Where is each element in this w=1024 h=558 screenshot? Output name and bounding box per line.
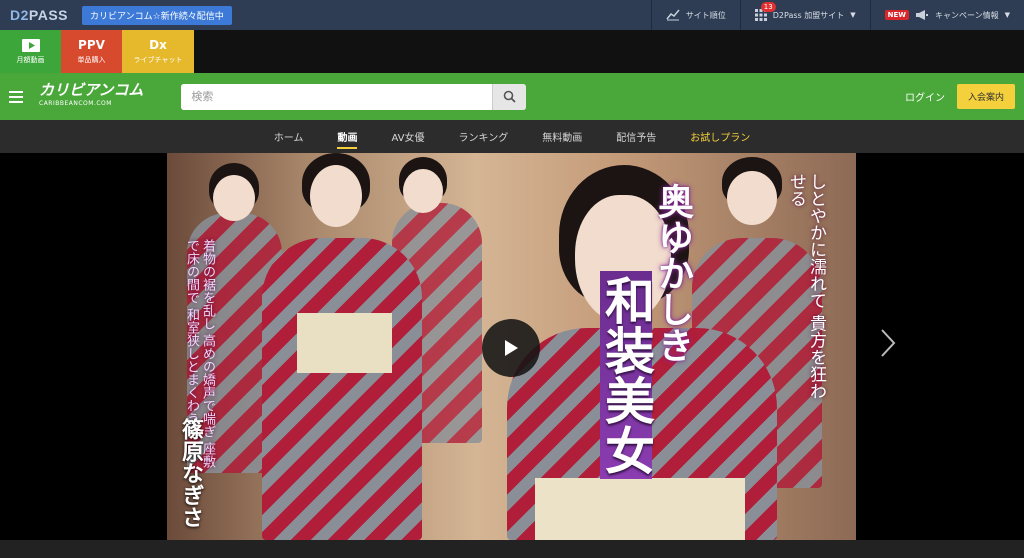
actress-face-left	[310, 165, 362, 227]
category-monthly-label: 月額動画	[16, 55, 45, 64]
background-figure-face	[403, 169, 443, 213]
background-figure-face	[727, 171, 777, 225]
site-rank-label: サイト順位	[685, 10, 726, 20]
nav-videos[interactable]: 動画	[320, 120, 374, 153]
partner-sites-label: D2Pass 加盟サイト	[772, 10, 845, 20]
play-icon	[505, 340, 518, 356]
category-livechat-label: ライブチャット	[133, 56, 183, 64]
join-button[interactable]: 入会案内	[956, 84, 1015, 109]
top-bar: D2PASS カリビアンコム☆新作続々配信中 サイト順位 13 D2Pass 加…	[0, 0, 1024, 30]
background-figure-face	[213, 175, 255, 221]
partner-sites-link[interactable]: 13 D2Pass 加盟サイト ▼	[739, 0, 870, 30]
obi-sash	[535, 478, 745, 540]
nav-actresses[interactable]: AV女優	[374, 120, 441, 153]
login-link[interactable]: ログイン	[905, 89, 945, 104]
category-ppv[interactable]: PPV 単品購入	[61, 30, 122, 73]
hamburger-icon[interactable]	[9, 90, 23, 103]
actress-figure-left	[262, 238, 422, 540]
site-rank-link[interactable]: サイト順位	[650, 0, 740, 30]
chevron-down-icon: ▼	[1004, 11, 1010, 19]
megaphone-icon	[916, 10, 928, 20]
banner-copy-right: しとやかに濡れて 貴方を狂わせる	[786, 173, 826, 400]
category-livechat[interactable]: Dx ライブチャット	[122, 30, 194, 73]
hero-area: 奥ゆかしき 和装美女 着物の裾を乱し 高めの嬌声で喘ぎ 座敷で床の間で 和室狭し…	[0, 153, 1024, 540]
nav-trial-plan[interactable]: お試しプラン	[673, 120, 767, 153]
new-badge: NEW	[884, 10, 909, 20]
category-ppv-title: PPV	[78, 38, 105, 52]
d2pass-logo[interactable]: D2PASS	[10, 7, 68, 23]
campaign-link[interactable]: NEW キャンペーン情報 ▼	[869, 0, 1024, 30]
category-bar: 月額動画 PPV 単品購入 Dx ライブチャット	[0, 30, 1024, 73]
main-nav: ホーム 動画 AV女優 ランキング 無料動画 配信予告 お試しプラン	[0, 120, 1024, 153]
obi-sash	[297, 313, 392, 373]
category-ppv-label: 単品購入	[77, 56, 106, 64]
banner-title: 和装美女	[597, 271, 656, 479]
search-button[interactable]	[492, 83, 527, 110]
content-strip	[0, 540, 1024, 558]
nav-upcoming[interactable]: 配信予告	[599, 120, 673, 153]
chevron-down-icon: ▼	[850, 11, 856, 19]
chart-icon	[666, 9, 680, 21]
top-right-menu: サイト順位 13 D2Pass 加盟サイト ▼ NEW キャンペーン情報 ▼	[650, 0, 1024, 30]
nav-home[interactable]: ホーム	[257, 120, 321, 153]
site-logo[interactable]: カリビアンコム CARIBBEANCOM.COM	[39, 80, 144, 110]
nav-free-videos[interactable]: 無料動画	[525, 120, 599, 153]
play-button[interactable]	[482, 319, 540, 377]
next-slide-button[interactable]	[880, 328, 896, 362]
category-monthly[interactable]: 月額動画	[0, 30, 61, 73]
campaign-label: キャンペーン情報	[935, 10, 999, 20]
video-play-icon	[21, 38, 40, 52]
news-button[interactable]: カリビアンコム☆新作続々配信中	[82, 5, 232, 25]
nav-ranking[interactable]: ランキング	[442, 120, 526, 153]
chevron-right-icon	[881, 329, 896, 357]
search-input[interactable]	[181, 83, 493, 110]
d2pass-logo-main: D2	[10, 7, 29, 23]
d2pass-logo-tail: PASS	[28, 7, 68, 23]
actress-name: 篠原なぎさ	[178, 418, 204, 528]
partner-count-badge: 13	[760, 2, 776, 12]
feature-banner[interactable]: 奥ゆかしき 和装美女 着物の裾を乱し 高めの嬌声で喘ぎ 座敷で床の間で 和室狭し…	[167, 153, 856, 540]
site-header: カリビアンコム CARIBBEANCOM.COM ログイン 入会案内	[0, 73, 1024, 120]
category-livechat-logo: Dx	[149, 38, 167, 52]
search-icon	[504, 90, 517, 103]
search-box	[181, 83, 527, 110]
site-logo-text: カリビアンコム	[39, 80, 144, 99]
